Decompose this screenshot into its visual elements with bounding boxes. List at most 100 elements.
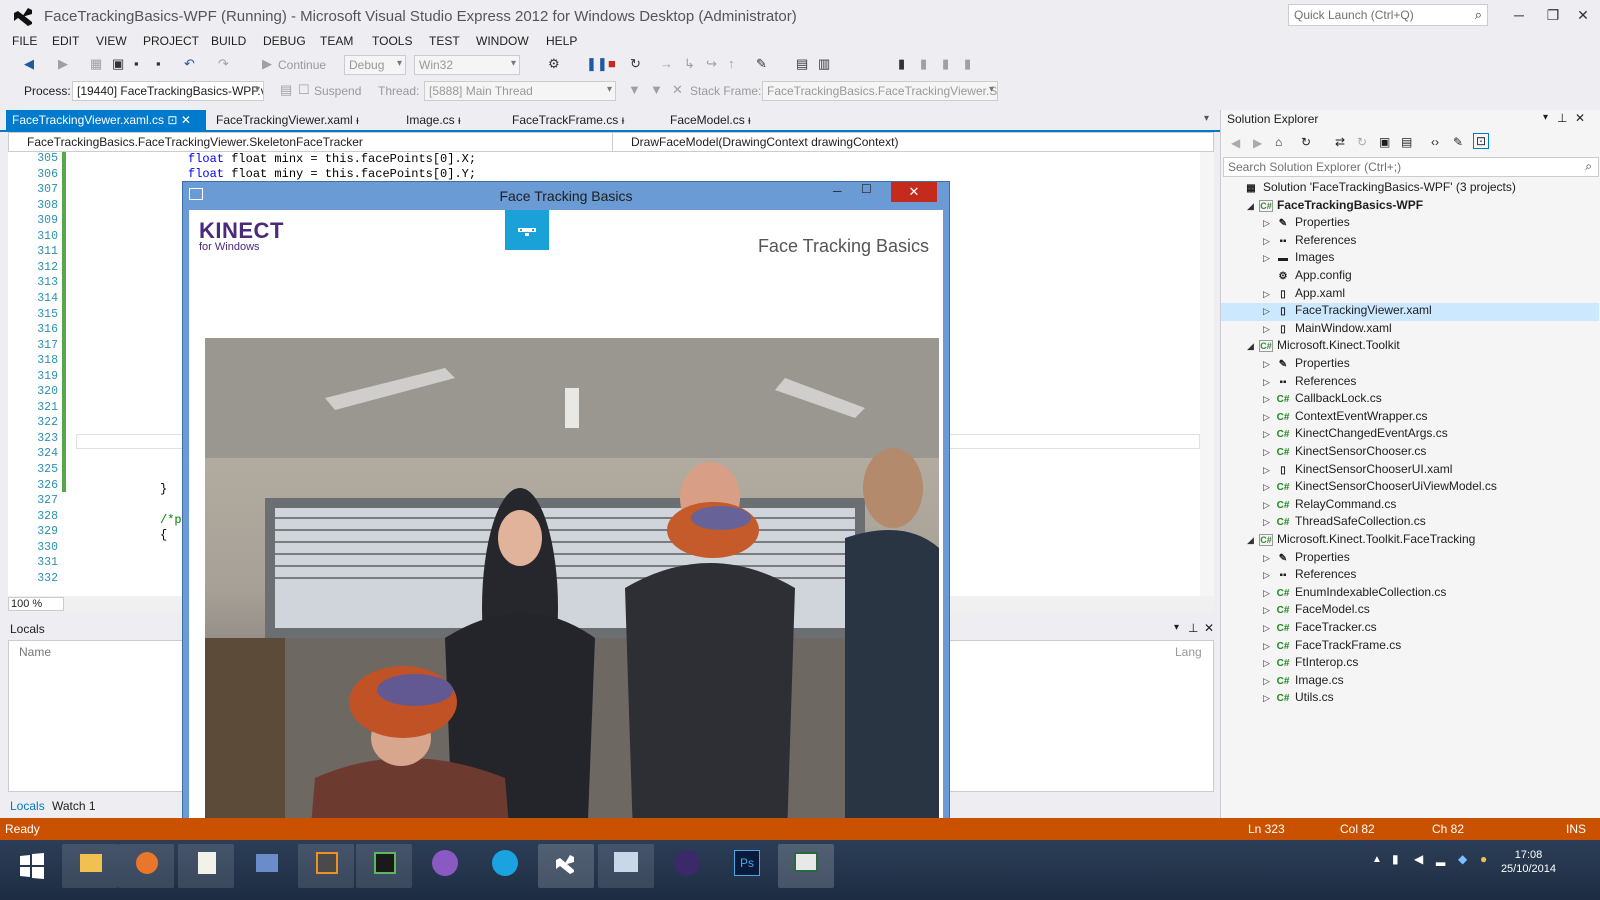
next-bookmark-icon[interactable]: ▮ <box>942 56 949 72</box>
stop-icon[interactable]: ■ <box>608 56 616 71</box>
console-taskbar-button[interactable] <box>356 844 412 888</box>
expand-arrow-icon[interactable]: ▷ <box>1263 623 1275 634</box>
menu-build[interactable]: BUILD <box>211 34 246 48</box>
expand-arrow-icon[interactable]: ▷ <box>1263 377 1275 388</box>
tree-node[interactable]: ▷ C# EnumIndexableCollection.cs <box>1221 585 1599 603</box>
forward-icon[interactable]: ▶ <box>58 56 68 72</box>
sync-icon[interactable]: ⇄ <box>1335 135 1345 149</box>
suspend-icon[interactable]: ▤ <box>280 82 292 98</box>
flag-icon[interactable]: ▼ <box>628 82 641 97</box>
member-dropdown[interactable]: DrawFaceModel(DrawingContext drawingCont… <box>613 133 1213 151</box>
properties-icon[interactable]: ✎ <box>1453 135 1463 149</box>
tree-node[interactable]: ⚙ App.config <box>1221 268 1599 286</box>
tree-node[interactable]: ▷ C# Utils.cs <box>1221 690 1599 708</box>
menu-test[interactable]: TEST <box>429 34 460 48</box>
tab-facetrackingviewer-xaml[interactable]: FaceTrackingViewer.xaml ᵻ <box>210 110 365 130</box>
tab-watch-1[interactable]: Watch 1 <box>52 799 96 813</box>
menu-file[interactable]: FILE <box>12 34 37 48</box>
sublime-taskbar-button[interactable] <box>298 844 354 888</box>
eclipse-taskbar-button[interactable] <box>658 844 714 888</box>
pin-icon[interactable]: ⊥ <box>1188 621 1198 635</box>
step-into-icon[interactable]: ↳ <box>684 56 695 72</box>
column-name-header[interactable]: Name <box>19 645 51 659</box>
suspend-button[interactable]: Suspend <box>314 84 361 98</box>
tree-node[interactable]: ▷ C# RelayCommand.cs <box>1221 497 1599 515</box>
expand-arrow-icon[interactable]: ▷ <box>1263 500 1275 511</box>
tree-node[interactable]: ▷ ▯ FaceTrackingViewer.xaml <box>1221 303 1599 322</box>
redo-icon[interactable]: ↷ <box>218 56 229 72</box>
expand-arrow-icon[interactable]: ▷ <box>1263 289 1275 300</box>
expand-arrow-icon[interactable]: ▷ <box>1263 324 1275 335</box>
photoshop-taskbar-button[interactable]: Ps <box>718 844 774 888</box>
tree-node[interactable]: ▷ ✎ Properties <box>1221 550 1599 568</box>
visual-studio-taskbar-button[interactable] <box>538 844 594 888</box>
collapse-arrow-icon[interactable]: ◢ <box>1247 535 1259 546</box>
face-tracking-taskbar-button[interactable] <box>778 844 834 888</box>
column-lang-header[interactable]: Lang <box>1175 645 1202 659</box>
tree-node[interactable]: ▷ C# ContextEventWrapper.cs <box>1221 409 1599 427</box>
tab-locals[interactable]: Locals <box>10 799 45 813</box>
tree-node[interactable]: ▷ ▬ Images <box>1221 250 1599 268</box>
tree-node[interactable]: ▷ C# CallbackLock.cs <box>1221 391 1599 409</box>
tree-node[interactable]: ◢ C# Microsoft.Kinect.Toolkit <box>1221 338 1599 356</box>
start-button[interactable] <box>4 844 60 888</box>
notepad-taskbar-button[interactable] <box>178 844 234 888</box>
close-button[interactable]: ✕ <box>1568 4 1598 26</box>
tab-facetrackframe-cs[interactable]: FaceTrackFrame.cs ᵻ <box>506 110 630 130</box>
github-taskbar-button[interactable] <box>416 844 472 888</box>
pin-icon[interactable]: ⊥ <box>1557 111 1567 125</box>
continue-button[interactable]: Continue <box>278 58 326 72</box>
expand-arrow-icon[interactable]: ▷ <box>1263 394 1275 405</box>
menu-debug[interactable]: DEBUG <box>263 34 306 48</box>
history-icon[interactable]: ↻ <box>1301 135 1311 149</box>
collapse-arrow-icon[interactable]: ◢ <box>1247 341 1259 352</box>
firefox-taskbar-button[interactable] <box>118 844 174 888</box>
clear-bookmarks-icon[interactable]: ▮ <box>964 56 971 72</box>
attach-icon[interactable]: ⚙ <box>548 56 560 72</box>
comment-icon[interactable]: ▤ <box>796 56 808 72</box>
skype-taskbar-button[interactable] <box>476 844 532 888</box>
expand-arrow-icon[interactable]: ▷ <box>1263 218 1275 229</box>
expand-arrow-icon[interactable]: ▷ <box>1263 641 1275 652</box>
expand-arrow-icon[interactable]: ▷ <box>1263 658 1275 669</box>
menu-edit[interactable]: EDIT <box>52 34 79 48</box>
tab-overflow-icon[interactable]: ▾ <box>1204 113 1209 124</box>
tree-node[interactable]: ▷ C# KinectSensorChooser.cs <box>1221 444 1599 462</box>
step-out-icon[interactable]: ↑ <box>728 56 735 71</box>
editor-vertical-scrollbar[interactable] <box>1200 152 1214 596</box>
file-explorer-taskbar-button[interactable] <box>62 844 118 888</box>
power-icon[interactable]: ▮ <box>1392 852 1399 866</box>
solution-search-input[interactable]: Search Solution Explorer (Ctrl+;) ⌕ <box>1223 157 1599 177</box>
expand-arrow-icon[interactable]: ▷ <box>1263 236 1275 247</box>
tree-node[interactable]: ▷ ▯ MainWindow.xaml <box>1221 321 1599 339</box>
refresh-icon[interactable]: ↻ <box>1357 135 1367 149</box>
menu-tools[interactable]: TOOLS <box>372 34 412 48</box>
tree-node[interactable]: ▷ C# FaceTracker.cs <box>1221 620 1599 638</box>
step-over-icon[interactable]: ↪ <box>706 56 717 72</box>
tab-facetrackingviewer-xaml-cs[interactable]: FaceTrackingViewer.xaml.cs ⊡ ✕ <box>6 110 206 130</box>
quick-launch-input[interactable]: Quick Launch (Ctrl+Q) ⌕ <box>1288 4 1488 26</box>
expand-arrow-icon[interactable]: ▷ <box>1263 253 1275 264</box>
menu-view[interactable]: VIEW <box>96 34 127 48</box>
tree-node[interactable]: ▷ ▪▪ References <box>1221 374 1599 392</box>
tree-node[interactable]: ▷ C# FtInterop.cs <box>1221 655 1599 673</box>
tree-node[interactable]: ▷ ✎ Properties <box>1221 356 1599 374</box>
bookmark-icon[interactable]: ▮ <box>898 56 905 72</box>
tree-node[interactable]: ▷ C# FaceTrackFrame.cs <box>1221 638 1599 656</box>
tab-facemodel-cs[interactable]: FaceModel.cs ᵻ <box>664 110 757 130</box>
tree-node[interactable]: ▷ ✎ Properties <box>1221 215 1599 233</box>
expand-arrow-icon[interactable]: ▷ <box>1263 359 1275 370</box>
expand-arrow-icon[interactable]: ▷ <box>1263 588 1275 599</box>
view-code-icon[interactable]: ‹› <box>1431 135 1439 149</box>
minimize-button[interactable]: ─ <box>1504 4 1534 26</box>
new-project-icon[interactable]: ▦ <box>90 56 102 72</box>
menu-project[interactable]: PROJECT <box>143 34 199 48</box>
tree-node[interactable]: ▷ C# Image.cs <box>1221 673 1599 691</box>
zoom-select[interactable]: 100 % <box>8 597 64 611</box>
menu-help[interactable]: HELP <box>546 34 577 48</box>
tree-node[interactable]: ▷ ▪▪ References <box>1221 233 1599 251</box>
expand-arrow-icon[interactable]: ▷ <box>1263 429 1275 440</box>
tree-node[interactable]: ▷ C# KinectChangedEventArgs.cs <box>1221 426 1599 444</box>
system-clock[interactable]: 17:08 25/10/2014 <box>1501 848 1556 876</box>
stack-frame-select[interactable]: FaceTrackingBasics.FaceTrackingViewer.S <box>762 81 998 101</box>
